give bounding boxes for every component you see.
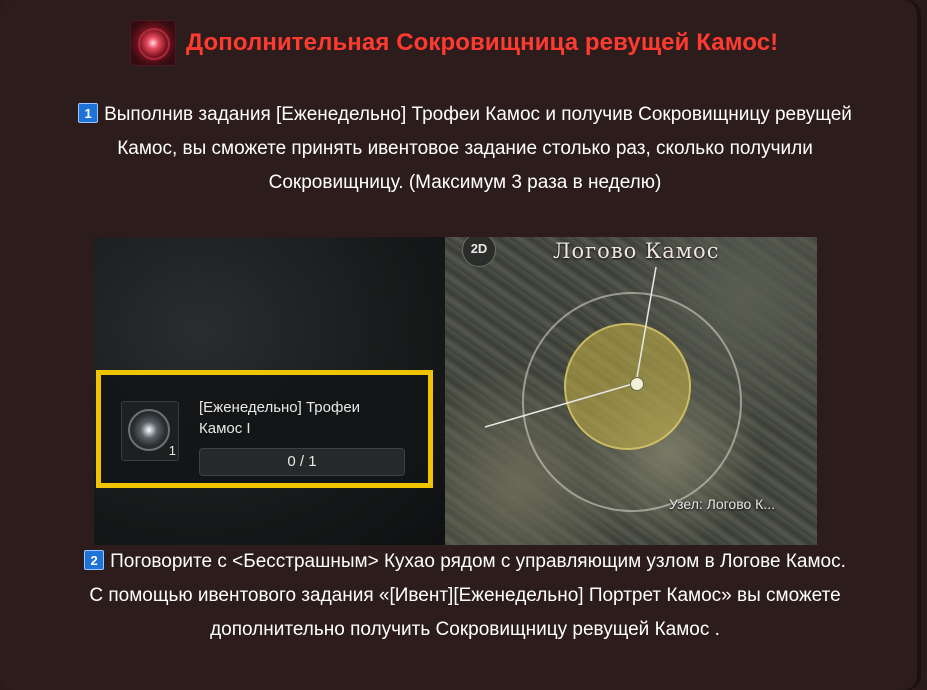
- map-title: Логово Камос: [553, 239, 720, 263]
- step-2: 2 Поговорите с <Бесстрашным> Кухао рядом …: [30, 545, 900, 647]
- kamos-trophy-icon: 1: [121, 401, 179, 461]
- step-1: 1 Выполнив задания [Еженедельно] Трофеи К…: [30, 98, 900, 200]
- step-number-badge: 1: [78, 103, 99, 123]
- page-title: Дополнительная Сокровищница ревущей Камо…: [186, 29, 779, 56]
- step-1-line-3: Сокровищницу. (Максимум 3 раза в неделю): [268, 172, 662, 193]
- quest-tracker-area: 1 [Еженедельно] Трофеи Камос I 0 / 1: [94, 237, 445, 545]
- step-2-line-1: 2 Поговорите с <Бесстрашным> Кухао рядом …: [30, 545, 900, 579]
- quest-name-line-2: Камос I: [199, 420, 251, 437]
- quest-highlight-frame: 1 [Еженедельно] Трофеи Камос I 0 / 1: [96, 370, 433, 488]
- map-area: Логово Камос 2D Узел: Логово К...: [445, 237, 817, 545]
- step-1-text-1: Выполнив задания [Еженедельно] Трофеи Ка…: [104, 104, 852, 125]
- quest-progress: 0 / 1: [199, 448, 405, 476]
- step-2-line-3: дополнительно получить Сокровищницу реву…: [210, 619, 720, 640]
- step-1-line-2: Камос, вы сможете принять ивентовое зада…: [117, 138, 813, 159]
- step-number-badge: 2: [84, 550, 105, 570]
- event-panel: Дополнительная Сокровищница ревущей Камо…: [0, 0, 917, 690]
- quest-name-line-1: [Еженедельно] Трофеи: [199, 399, 361, 416]
- step-1-line-1: 1 Выполнив задания [Еженедельно] Трофеи К…: [30, 98, 900, 132]
- step-2-text-1: Поговорите с <Бесстрашным> Кухао рядом с…: [110, 551, 846, 572]
- map-node-label: Узел: Логово К...: [669, 496, 775, 512]
- quest-name: [Еженедельно] Трофеи Камос I: [199, 397, 419, 439]
- item-count: 1: [168, 443, 176, 458]
- orb-icon: [128, 409, 170, 451]
- kamos-treasure-icon: [130, 20, 176, 66]
- header: Дополнительная Сокровищница ревущей Камо…: [130, 19, 778, 67]
- step-2-line-2: С помощью ивентового задания «[Ивент][Еж…: [89, 585, 841, 606]
- game-screenshot: 1 [Еженедельно] Трофеи Камос I 0 / 1 Лог…: [94, 237, 817, 545]
- player-marker-icon: [630, 377, 644, 391]
